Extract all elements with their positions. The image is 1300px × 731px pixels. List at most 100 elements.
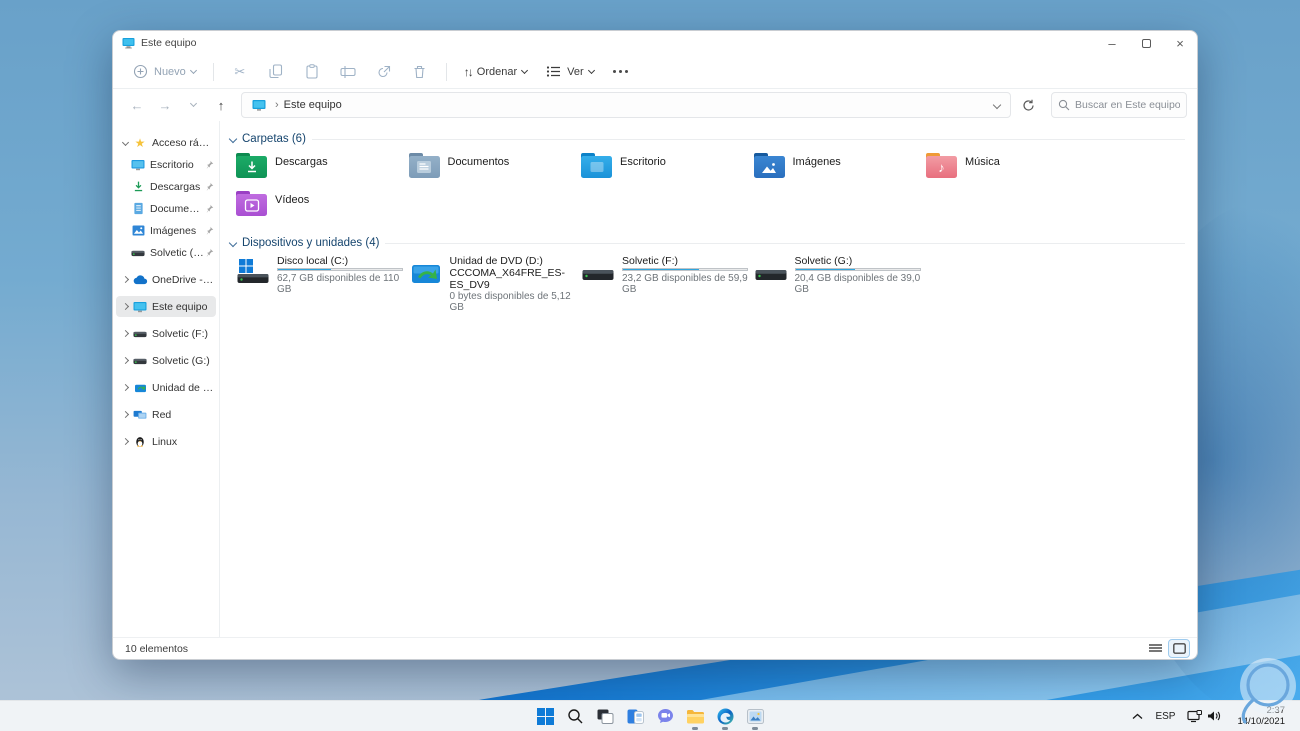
edge-button[interactable] [710,702,740,731]
sidebar-item-este-equipo[interactable]: Este equipo [116,296,216,317]
network-volume-group[interactable] [1182,704,1226,728]
address-dropdown-icon[interactable] [993,101,1001,109]
view-button[interactable]: Ver [538,59,601,84]
large-icons-view-button[interactable] [1169,640,1189,657]
sidebar-item-solvetic-f[interactable]: Solvetic (F:) [116,323,216,344]
running-indicator [722,727,728,730]
tray-overflow-button[interactable] [1127,704,1148,728]
chevron-right-icon[interactable] [118,304,132,309]
folder-tile-documentos[interactable]: Documentos [409,151,582,189]
list-view-icon [1149,644,1162,654]
chevron-right-icon[interactable] [118,439,132,444]
chevron-right-icon[interactable] [118,277,132,282]
this-pc-icon [122,37,135,49]
paste-icon [305,64,319,79]
delete-button[interactable] [404,61,436,83]
clock[interactable]: 2:37 14/10/2021 [1228,704,1294,728]
more-options-button[interactable] [605,66,637,77]
folder-tile-videos[interactable]: Vídeos [236,189,409,227]
copy-button[interactable] [260,60,292,83]
folder-name: Vídeos [275,194,309,206]
drive-free-space: 23,2 GB disponibles de 59,9 GB [622,273,754,295]
sidebar-item-imagenes[interactable]: Imágenes [116,220,216,241]
share-button[interactable] [368,61,400,83]
forward-button[interactable]: → [153,93,177,117]
new-button[interactable]: Nuevo [125,59,203,84]
sidebar-item-label: Este equipo [152,301,214,313]
sidebar-item-label: Imágenes [150,225,205,237]
drive-tile-g[interactable]: Solvetic (G:) 20,4 GB disponibles de 39,… [754,255,927,295]
chevron-down-icon[interactable] [118,140,132,145]
sidebar-item-red[interactable]: Red [116,404,216,425]
search-input[interactable] [1075,99,1180,111]
cut-button[interactable]: ✂ [224,60,256,84]
breadcrumb-item[interactable]: Este equipo [284,99,342,111]
search-icon [567,708,583,724]
sidebar-item-acceso-rapido[interactable]: ★ Acceso rápido [116,132,216,153]
task-view-button[interactable] [590,702,620,731]
widgets-button[interactable] [620,702,650,731]
more-icon [613,70,628,73]
widgets-icon [627,709,644,724]
titlebar[interactable]: Este equipo – × [113,31,1197,55]
sidebar-item-onedrive[interactable]: OneDrive - Personal [116,269,216,290]
explorer-window: Este equipo – × Nuevo ✂ [112,30,1198,660]
sidebar-item-documentos[interactable]: Documentos [116,198,216,219]
back-button[interactable]: ← [125,93,149,117]
drive-name: Solvetic (G:) [795,255,927,267]
start-button[interactable] [530,702,560,731]
folders-section-header[interactable]: Carpetas (6) [226,133,1185,145]
rename-icon [340,65,356,79]
sidebar-item-solvetic-g-pinned[interactable]: Solvetic (G:) [116,242,216,263]
drive-name: Solvetic (F:) [622,255,754,267]
running-indicator [692,727,698,730]
sidebar-item-solvetic-g[interactable]: Solvetic (G:) [116,350,216,371]
folder-tile-imagenes[interactable]: Imágenes [754,151,927,189]
desktop-folder-icon [581,153,612,178]
details-view-button[interactable] [1145,640,1165,657]
language-indicator[interactable]: ESP [1150,704,1180,728]
desktop-icon [130,159,146,171]
chevron-right-icon[interactable] [118,331,132,336]
sidebar-item-dvd[interactable]: Unidad de DVD (D:) [116,377,216,398]
drive-volume-label: CCCOMA_X64FRE_ES-ES_DV9 [450,267,582,291]
drive-tile-c[interactable]: Disco local (C:) 62,7 GB disponibles de … [236,255,409,295]
music-folder-icon: ♪ [926,153,957,178]
chevron-right-icon[interactable] [118,385,132,390]
folder-tile-escritorio[interactable]: Escritorio [581,151,754,189]
sidebar-item-linux[interactable]: Linux [116,431,216,452]
sort-button[interactable]: ↑↓ Ordenar [457,61,534,83]
refresh-button[interactable] [1015,92,1041,118]
drive-tile-f[interactable]: Solvetic (F:) 23,2 GB disponibles de 59,… [581,255,754,295]
paste-button[interactable] [296,60,328,83]
sidebar-item-descargas[interactable]: Descargas [116,176,216,197]
drive-usage-bar [622,268,748,271]
up-button[interactable]: ↑ [209,93,233,117]
close-button[interactable]: × [1163,31,1197,55]
pin-icon [205,160,214,169]
chevron-right-icon[interactable] [118,412,132,417]
maximize-button[interactable] [1129,31,1163,55]
file-list-area: Carpetas (6) Descargas Documentos Escrit [220,121,1197,637]
photos-app-button[interactable] [740,702,770,731]
drive-tile-dvd[interactable]: Unidad de DVD (D:) CCCOMA_X64FRE_ES-ES_D… [409,255,582,295]
search-box[interactable] [1051,92,1187,118]
chevron-down-icon [229,135,237,143]
chevron-right-icon[interactable] [118,358,132,363]
recent-locations-button[interactable] [181,93,205,117]
sidebar-item-label: Linux [152,436,214,448]
file-explorer-button[interactable] [680,702,710,731]
search-button[interactable] [560,702,590,731]
devices-section-header[interactable]: Dispositivos y unidades (4) [226,237,1185,249]
teams-chat-button[interactable] [650,702,680,731]
sidebar-item-label: Escritorio [150,159,205,171]
breadcrumb[interactable]: › Este equipo [241,92,1011,118]
folder-tile-musica[interactable]: ♪ Música [926,151,1099,189]
sort-label: Ordenar [477,66,517,78]
folder-tile-descargas[interactable]: Descargas [236,151,409,189]
sidebar-item-escritorio[interactable]: Escritorio [116,154,216,175]
minimize-button[interactable]: – [1095,31,1129,55]
pin-icon [205,248,214,257]
rename-button[interactable] [332,61,364,83]
tray-time: 2:37 [1237,705,1285,716]
